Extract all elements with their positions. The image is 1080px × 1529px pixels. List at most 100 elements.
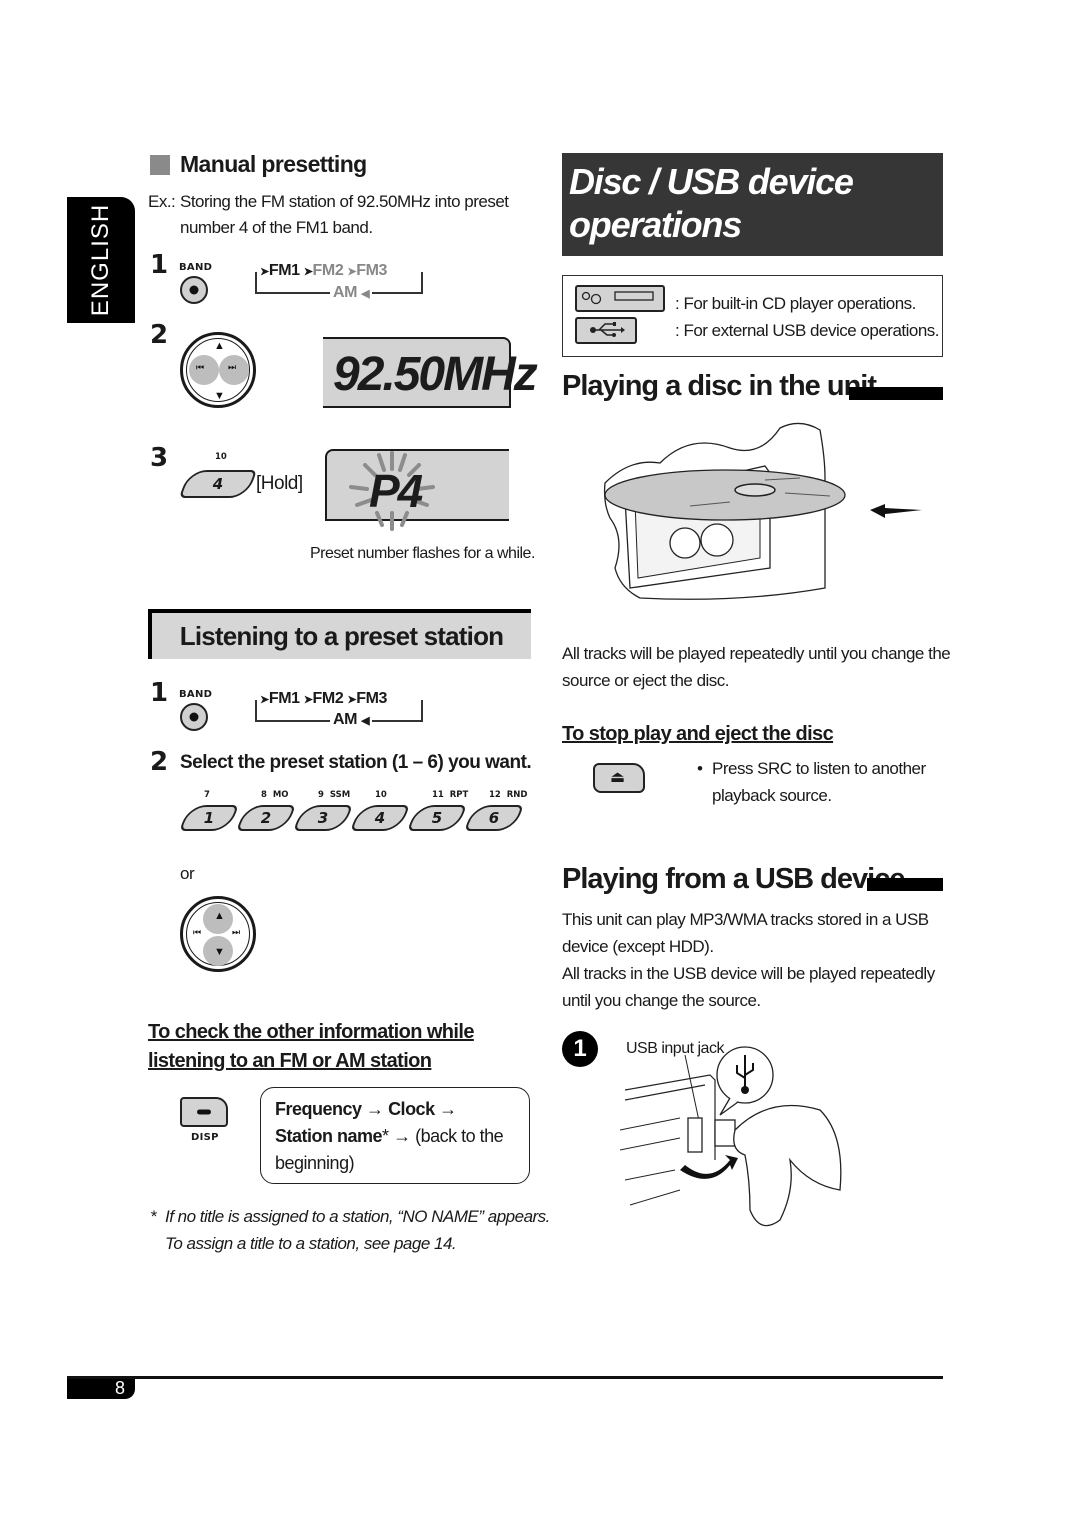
preset-key-4[interactable]: 4 [178,470,258,498]
usb-line1: This unit can play MP3/WMA tracks stored… [562,910,929,929]
frequency-readout: 92.50MHz [333,348,538,401]
up-arrow-icon: ▲ [214,910,225,922]
preset-key-sub-label: 10 [215,452,227,462]
cd-legend-text: : For built-in CD player operations. [675,294,916,313]
sequence-line-1: Frequency → Clock → [275,1096,457,1123]
preset-key-sub-label: 11 RPT [432,790,469,800]
example-prefix: Ex.: [148,192,176,211]
manual-presetting-heading: Manual presetting [180,151,367,177]
listening-preset-heading: Listening to a preset station [179,621,504,651]
up-arrow-icon: ▲ [214,340,225,352]
preset-key-label: 5 [431,809,443,827]
band-fm1: FM1 [268,262,300,279]
section-title-block: Disc / USB device operations [562,153,943,256]
eject-bullet-line2: playback source. [712,786,832,805]
step-number: 2 [150,747,169,777]
preset-key-label: 3 [317,809,329,827]
example-line-1: Storing the FM station of 92.50MHz into … [180,192,509,211]
cd-player-icon [575,285,665,312]
step-number: 1 [150,678,169,708]
heading-bar [849,387,943,400]
heading-bar [867,878,943,891]
preset-key-4[interactable]: 4 [350,805,410,831]
band-button-label: BAND [179,689,213,700]
seq-frequency: Frequency [275,1099,362,1119]
seq-station-name: Station name [275,1126,383,1146]
seq-back: (back to the [415,1126,504,1146]
eject-subheading: To stop play and eject the disc [562,723,834,745]
icon-legend: : For built-in CD player operations. : F… [562,275,943,357]
playing-disc-heading: Playing a disc in the unit [562,370,877,402]
select-preset-instruction: Select the preset station (1 – 6) you wa… [180,752,532,773]
frequency-display: 92.50MHz [323,337,538,408]
band-button-label: BAND [179,262,213,273]
footer-rule [67,1376,943,1379]
preset-key-1[interactable]: 1 [179,805,239,831]
eject-button[interactable]: ⏏ [593,763,645,793]
step-number: 3 [150,443,169,473]
disc-body-line1: All tracks will be played repeatedly unt… [562,644,951,663]
language-label: ENGLISH [87,203,114,317]
or-label: or [180,864,195,883]
preset-key-label: 6 [488,809,500,827]
band-fm3: FM3 [356,690,388,707]
preset-key-3[interactable]: 3 [293,805,353,831]
preset-key-5[interactable]: 5 [407,805,467,831]
eject-bullet-line1: Press SRC to listen to another [712,759,926,778]
disp-button-label: DISP [191,1132,219,1143]
arrow-icon: → [439,1099,457,1119]
prev-track-icon: ⏮ [196,362,205,372]
step-number-circle: 1 [562,1031,598,1067]
next-track-icon: ⏭ [228,362,237,372]
next-track-icon: ⏭ [232,927,241,937]
band-am: AM [333,711,358,728]
listening-preset-banner: Listening to a preset station [148,609,531,659]
sequence-line-2: Station name* → (back to the [275,1123,504,1150]
band-button[interactable] [180,703,208,731]
footnote-star: * [382,1126,389,1146]
section-title-line1: Disc / USB device [569,161,854,202]
preset-key-sub-label: 12 RND [489,790,528,800]
usb-legend-text: : For external USB device operations. [675,321,940,340]
footnote-mark: * [150,1207,157,1226]
section-title-line2: operations [569,204,742,245]
control-dial[interactable]: ▲ ▼ ⏮ ⏭ [180,896,256,972]
step-number: 2 [150,320,169,350]
preset-caption: Preset number flashes for a while. [310,545,535,562]
seq-clock: Clock [388,1099,435,1119]
band-fm1: FM1 [268,690,300,707]
preset-keys-row: 7 1 8 MO 2 9 SSM 3 10 4 11 RPT 5 12 RND 6 [178,788,528,838]
section-square-icon [150,155,170,175]
usb-line4: until you change the source. [562,991,761,1010]
usb-line2: device (except HDD). [562,937,714,956]
prev-track-icon: ⏮ [193,927,202,937]
usb-connect-illustration [620,1046,842,1227]
page-number-tab: 8 [67,1378,135,1399]
preset-key-sub-label: 8 MO [261,790,289,800]
disp-button[interactable] [180,1097,228,1127]
usb-icon [575,317,637,344]
band-button[interactable] [180,276,208,304]
band-cycle: ➤FM1 ➤FM2 ➤FM3 [258,262,390,280]
playing-usb-heading: Playing from a USB device [562,863,905,895]
preset-readout: P4 [369,465,423,517]
band-fm2: FM2 [312,262,344,279]
language-tab: ENGLISH [67,197,135,323]
band-fm2: FM2 [312,690,344,707]
preset-key-label: 2 [260,809,272,827]
arrow-icon: → [393,1126,411,1146]
footnote-line-2: To assign a title to a station, see page… [165,1234,457,1253]
eject-icon: ⏏ [610,769,626,786]
disc-body-line2: source or eject the disc. [562,671,730,690]
step-number: 1 [150,250,169,280]
preset-key-6[interactable]: 6 [464,805,524,831]
band-am: AM [333,284,358,301]
preset-key-2[interactable]: 2 [236,805,296,831]
control-dial[interactable]: ▲ ▼ ⏮ ⏭ [180,332,256,408]
band-cycle-am: AM ◀ [330,284,373,302]
example-line-2: number 4 of the FM1 band. [180,218,373,237]
check-info-heading-line2: listening to an FM or AM station [148,1050,432,1072]
preset-key-sub-label: 10 [375,790,387,800]
check-info-heading-line1: To check the other information while [148,1021,474,1043]
band-cycle: ➤FM1 ➤FM2 ➤FM3 [258,690,390,708]
